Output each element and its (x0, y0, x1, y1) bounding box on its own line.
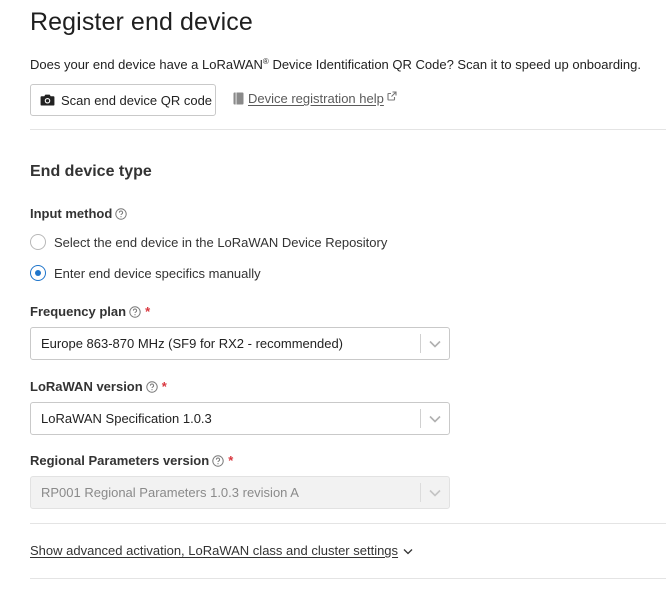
chevron-down-icon[interactable] (421, 340, 449, 348)
lorawan-version-select[interactable]: LoRaWAN Specification 1.0.3 (30, 402, 450, 435)
book-icon (233, 92, 244, 105)
advanced-link-label: Show advanced activation, LoRaWAN class … (30, 543, 399, 558)
help-circle-icon[interactable] (129, 305, 141, 318)
regional-parameters-select: RP001 Regional Parameters 1.0.3 revision… (30, 476, 450, 509)
radio-button-selected[interactable] (30, 265, 46, 281)
intro-suffix: Device Identification QR Code? Scan it t… (268, 57, 642, 72)
help-circle-icon[interactable] (212, 454, 224, 467)
chevron-down-icon (421, 489, 449, 497)
required-marker: * (228, 453, 234, 468)
lorawan-version-value: LoRaWAN Specification 1.0.3 (41, 411, 212, 426)
regional-parameters-label-text: Regional Parameters version (30, 453, 210, 468)
radio-button[interactable] (30, 234, 46, 250)
help-link-label: Device registration help (248, 91, 384, 106)
input-method-label: Input method (30, 206, 128, 221)
lorawan-version-label-text: LoRaWAN version (30, 379, 143, 394)
radio-option-manual[interactable]: Enter end device specifics manually (30, 265, 261, 281)
page-title: Register end device (30, 8, 253, 36)
lorawan-version-label: LoRaWAN version * (30, 379, 167, 394)
radio-option-label: Enter end device specifics manually (54, 265, 261, 281)
registration-help-link[interactable]: Device registration help (233, 91, 397, 106)
scan-qr-button[interactable]: Scan end device QR code (30, 84, 216, 116)
show-advanced-settings-link[interactable]: Show advanced activation, LoRaWAN class … (30, 543, 413, 558)
frequency-plan-label: Frequency plan * (30, 304, 150, 319)
chevron-down-icon[interactable] (421, 415, 449, 423)
qr-intro-text: Does your end device have a LoRaWAN® Dev… (30, 57, 641, 72)
required-marker: * (161, 379, 167, 394)
input-method-label-text: Input method (30, 206, 113, 221)
external-link-icon (387, 91, 397, 101)
radio-option-label: Select the end device in the LoRaWAN Dev… (54, 234, 388, 250)
help-circle-icon[interactable] (145, 380, 158, 393)
help-circle-icon[interactable] (115, 207, 128, 220)
regional-parameters-value: RP001 Regional Parameters 1.0.3 revision… (41, 485, 299, 500)
intro-prefix: Does your end device have a LoRaWAN (30, 57, 263, 72)
frequency-plan-select[interactable]: Europe 863-870 MHz (SF9 for RX2 - recomm… (30, 327, 450, 360)
frequency-plan-value: Europe 863-870 MHz (SF9 for RX2 - recomm… (41, 336, 344, 351)
radio-option-device-repository[interactable]: Select the end device in the LoRaWAN Dev… (30, 234, 387, 250)
frequency-plan-label-text: Frequency plan (30, 304, 127, 319)
advanced-divider-bottom (30, 578, 666, 579)
scan-qr-button-label: Scan end device QR code (61, 92, 213, 108)
regional-parameters-label: Regional Parameters version * (30, 453, 233, 468)
advanced-divider-top (30, 523, 666, 524)
required-marker: * (145, 304, 151, 319)
top-divider (30, 129, 666, 130)
camera-icon (40, 94, 55, 106)
chevron-down-icon (403, 548, 413, 554)
section-title-end-device-type: End device type (30, 163, 152, 180)
